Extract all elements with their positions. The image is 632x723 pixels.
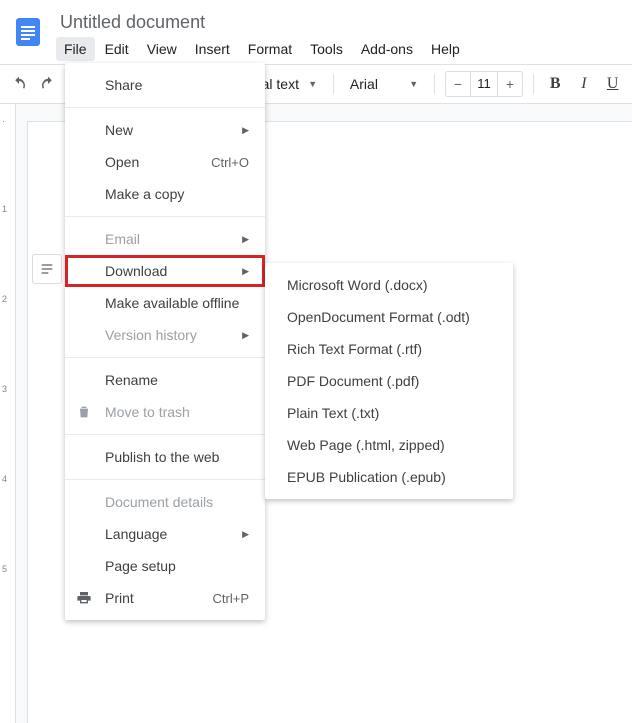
font-size-value[interactable]: 11	[470, 72, 498, 96]
menu-publish[interactable]: Publish to the web	[65, 441, 265, 473]
menu-addons[interactable]: Add-ons	[353, 37, 421, 61]
menu-file[interactable]: File	[56, 37, 95, 61]
download-txt[interactable]: Plain Text (.txt)	[265, 397, 513, 429]
dropdown-arrow-icon: ▼	[409, 79, 418, 89]
print-icon	[75, 589, 93, 607]
menu-rename[interactable]: Rename	[65, 364, 265, 396]
file-menu-dropdown: Share New▶ OpenCtrl+O Make a copy Email▶…	[65, 63, 265, 620]
font-family-label: Arial	[350, 76, 378, 92]
menu-print[interactable]: PrintCtrl+P	[65, 582, 265, 614]
menu-help[interactable]: Help	[423, 37, 468, 61]
font-size-increase-button[interactable]: +	[498, 72, 522, 96]
menu-separator	[65, 479, 265, 480]
download-html[interactable]: Web Page (.html, zipped)	[265, 429, 513, 461]
menu-new[interactable]: New▶	[65, 114, 265, 146]
menu-make-copy[interactable]: Make a copy	[65, 178, 265, 210]
menu-separator	[65, 216, 265, 217]
font-size-stepper: − 11 +	[445, 71, 523, 97]
menu-share[interactable]: Share	[65, 69, 265, 101]
submenu-arrow-icon: ▶	[242, 529, 249, 540]
document-outline-button[interactable]	[32, 254, 62, 284]
trash-icon	[75, 403, 93, 421]
menu-doc-details[interactable]: Document details	[65, 486, 265, 518]
menu-download[interactable]: Download▶	[65, 255, 265, 287]
submenu-arrow-icon: ▶	[242, 125, 249, 136]
font-size-decrease-button[interactable]: −	[446, 72, 470, 96]
download-rtf[interactable]: Rich Text Format (.rtf)	[265, 333, 513, 365]
download-submenu: Microsoft Word (.docx) OpenDocument Form…	[265, 263, 513, 499]
download-odt[interactable]: OpenDocument Format (.odt)	[265, 301, 513, 333]
vertical-ruler: · 1 2 3 4 5	[0, 104, 16, 723]
download-docx[interactable]: Microsoft Word (.docx)	[265, 269, 513, 301]
dropdown-arrow-icon: ▼	[308, 79, 317, 89]
submenu-arrow-icon: ▶	[242, 330, 249, 341]
menu-separator	[65, 357, 265, 358]
toolbar-separator	[333, 74, 334, 94]
menu-language[interactable]: Language▶	[65, 518, 265, 550]
shortcut-label: Ctrl+P	[213, 591, 249, 606]
toolbar-separator	[434, 74, 435, 94]
docs-logo-icon[interactable]	[8, 12, 48, 52]
download-epub[interactable]: EPUB Publication (.epub)	[265, 461, 513, 493]
menu-move-to-trash[interactable]: Move to trash	[65, 396, 265, 428]
menu-separator	[65, 107, 265, 108]
menu-edit[interactable]: Edit	[97, 37, 137, 61]
shortcut-label: Ctrl+O	[211, 155, 249, 170]
menu-make-offline[interactable]: Make available offline	[65, 287, 265, 319]
submenu-arrow-icon: ▶	[242, 266, 249, 277]
undo-button[interactable]	[8, 70, 31, 98]
menu-format[interactable]: Format	[240, 37, 300, 61]
submenu-arrow-icon: ▶	[242, 234, 249, 245]
menu-tools[interactable]: Tools	[302, 37, 351, 61]
menu-email[interactable]: Email▶	[65, 223, 265, 255]
menubar: File Edit View Insert Format Tools Add-o…	[56, 37, 468, 61]
download-pdf[interactable]: PDF Document (.pdf)	[265, 365, 513, 397]
menu-page-setup[interactable]: Page setup	[65, 550, 265, 582]
bold-button[interactable]: B	[544, 70, 567, 98]
menu-open[interactable]: OpenCtrl+O	[65, 146, 265, 178]
redo-button[interactable]	[37, 70, 60, 98]
app-header: Untitled document File Edit View Insert …	[0, 0, 632, 64]
doc-title[interactable]: Untitled document	[56, 8, 468, 35]
underline-button[interactable]: U	[601, 70, 624, 98]
menu-insert[interactable]: Insert	[187, 37, 238, 61]
font-family-dropdown[interactable]: Arial ▼	[344, 70, 424, 98]
menu-separator	[65, 434, 265, 435]
menu-version-history[interactable]: Version history▶	[65, 319, 265, 351]
menu-view[interactable]: View	[139, 37, 185, 61]
italic-button[interactable]: I	[573, 70, 596, 98]
toolbar-separator	[533, 74, 534, 94]
